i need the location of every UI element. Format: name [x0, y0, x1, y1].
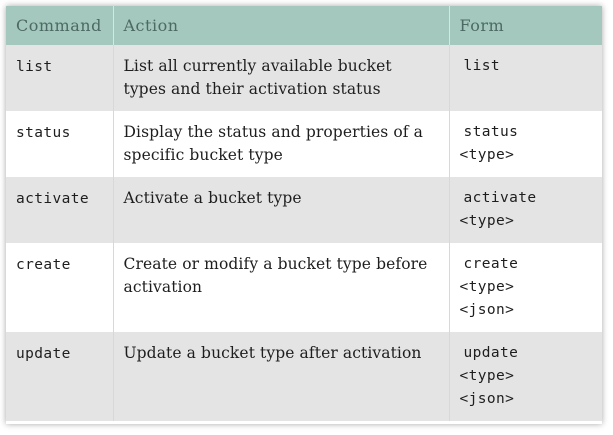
action-cell: Update a bucket type after activation — [113, 332, 450, 421]
form-token: update — [463, 345, 519, 361]
command-name: list — [16, 59, 53, 75]
table-row: activate Activate a bucket type activate… — [6, 177, 602, 243]
table-row: list List all currently available bucket… — [6, 45, 602, 111]
action-text: Create or modify a bucket type before ac… — [123, 255, 428, 296]
header-command: Command — [6, 6, 114, 45]
form-cell: update <type> <json> — [449, 332, 602, 421]
action-cell: Display the status and properties of a s… — [113, 111, 450, 177]
form-token: status — [463, 124, 519, 140]
form-token: <type> — [459, 368, 515, 384]
table-row: update Update a bucket type after activa… — [6, 332, 602, 421]
form-token: <json> — [459, 302, 515, 318]
form-cell: activate <type> — [449, 177, 602, 243]
form-token: create — [463, 256, 519, 272]
form-token: list — [463, 58, 501, 74]
table-header-row: Command Action Form — [6, 6, 602, 45]
form-cell: status <type> — [449, 111, 602, 177]
command-name: create — [16, 257, 71, 273]
action-cell: List all currently available bucket type… — [113, 45, 450, 111]
command-table-frame: Command Action Form list List all curren… — [6, 6, 602, 424]
command-name: status — [16, 125, 71, 141]
form-token: <type> — [459, 147, 515, 163]
form-token: <type> — [459, 213, 515, 229]
action-text: Update a bucket type after activation — [123, 344, 422, 362]
action-text: Activate a bucket type — [123, 189, 302, 207]
table-row: status Display the status and properties… — [6, 111, 602, 177]
command-cell: update — [6, 332, 114, 421]
bucket-type-commands-table: Command Action Form list List all curren… — [6, 6, 602, 421]
command-cell: create — [6, 243, 114, 332]
header-action: Action — [113, 6, 450, 45]
command-name: activate — [16, 191, 90, 207]
command-cell: activate — [6, 177, 114, 243]
form-cell: list — [449, 45, 602, 111]
form-token: <type> — [459, 279, 515, 295]
action-text: Display the status and properties of a s… — [123, 123, 423, 164]
form-token: <json> — [459, 391, 515, 407]
command-name: update — [16, 346, 71, 362]
form-cell: create <type> <json> — [449, 243, 602, 332]
table-row: create Create or modify a bucket type be… — [6, 243, 602, 332]
command-cell: status — [6, 111, 114, 177]
action-cell: Create or modify a bucket type before ac… — [113, 243, 450, 332]
form-token: activate — [463, 190, 537, 206]
action-cell: Activate a bucket type — [113, 177, 450, 243]
action-text: List all currently available bucket type… — [123, 57, 392, 98]
header-form: Form — [449, 6, 602, 45]
command-cell: list — [6, 45, 114, 111]
